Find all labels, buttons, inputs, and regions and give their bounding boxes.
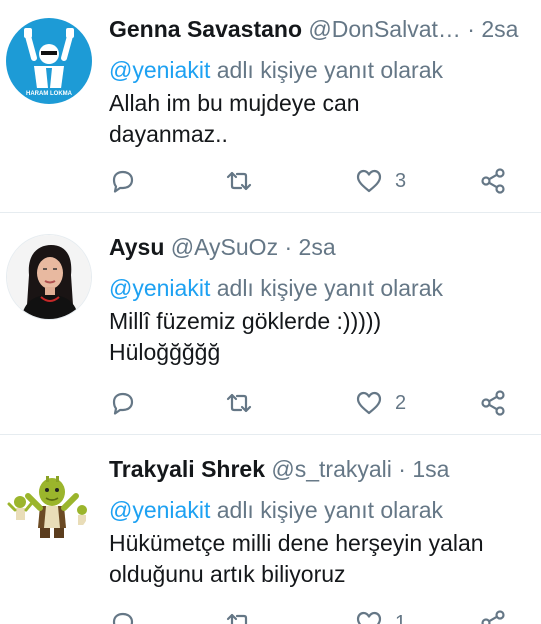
avatar-badge-text: HARAM LOKMA (26, 91, 73, 97)
tweet-text-line: Allah im bu mujdeye can (109, 90, 360, 116)
reply-button[interactable] (109, 166, 137, 196)
tweet-card[interactable]: HARAM LOKMA Genna Savastano @DonSalvat… … (0, 0, 541, 213)
display-name[interactable]: Genna Savastano (109, 16, 302, 42)
protest-figure-avatar-icon: HARAM LOKMA (24, 28, 74, 97)
retweet-icon (226, 613, 248, 624)
share-button[interactable] (479, 388, 507, 418)
reply-context: @yeniakit adlı kişiye yanıt olarak (109, 54, 533, 86)
like-button[interactable]: 2 (355, 388, 406, 418)
action-bar: 2 (109, 388, 521, 418)
retweet-icon (226, 171, 252, 191)
avatar[interactable] (6, 234, 92, 320)
reply-button[interactable] (109, 608, 137, 624)
retweet-button[interactable] (225, 608, 253, 624)
retweet-button[interactable] (225, 166, 253, 196)
heart-icon (356, 611, 382, 624)
tweet-text: Allah im bu mujdeye can dayanmaz.. (109, 88, 533, 150)
user-handle[interactable]: @DonSalvat… (308, 16, 460, 42)
share-icon (481, 390, 505, 416)
avatar[interactable]: HARAM LOKMA (6, 18, 92, 104)
reply-icon (112, 170, 134, 193)
woman-photo-avatar-icon (7, 235, 91, 319)
tweet-text: Hükümetçe milli dene herşeyin yalan oldu… (109, 528, 533, 590)
tweet-text-line: Millî füzemiz göklerde :))))) (109, 308, 382, 334)
display-name[interactable]: Aysu (109, 234, 164, 260)
share-button[interactable] (479, 608, 507, 624)
retweet-icon (226, 393, 252, 413)
reply-button[interactable] (109, 388, 137, 418)
mention-link[interactable]: @yeniakit (109, 57, 210, 83)
reply-suffix: adlı kişiye yanıt olarak (216, 275, 444, 301)
display-name[interactable]: Trakyali Shrek (109, 456, 265, 482)
mention-link[interactable]: @yeniakit (109, 275, 210, 301)
tweet-header: Genna Savastano @DonSalvat… · 2sa (109, 14, 533, 44)
action-bar: 3 (109, 166, 521, 196)
reply-suffix: adlı kişiye yanıt olarak (216, 57, 444, 83)
heart-icon (356, 169, 382, 193)
tweet-text-line: Hüloğğğğğ (109, 339, 221, 365)
heart-icon (356, 391, 382, 415)
share-icon (481, 168, 505, 194)
share-icon (481, 610, 505, 624)
like-button[interactable]: 1 (355, 608, 406, 624)
reply-icon (112, 612, 134, 624)
retweet-button[interactable] (225, 388, 253, 418)
mention-link[interactable]: @yeniakit (109, 497, 210, 523)
like-count: 1 (395, 611, 407, 624)
reply-context: @yeniakit adlı kişiye yanıt olarak (109, 272, 533, 304)
action-bar: 1 (109, 608, 521, 624)
tweet-header: Aysu @AySuOz · 2sa (109, 232, 533, 262)
tweet-text: Millî füzemiz göklerde :))))) Hüloğğğğğ (109, 306, 533, 368)
timestamp[interactable]: 1sa (412, 456, 449, 482)
tweet-card[interactable]: Trakyali Shrek @s_trakyali · 1sa @yeniak… (0, 436, 541, 624)
avatar[interactable] (6, 456, 92, 542)
share-button[interactable] (479, 166, 507, 196)
separator-dot: · (467, 16, 475, 42)
reply-context: @yeniakit adlı kişiye yanıt olarak (109, 494, 533, 526)
separator-dot: · (398, 456, 406, 482)
tweet-text-line: Hükümetçe milli dene herşeyin yalan (109, 530, 484, 556)
separator-dot: · (284, 234, 293, 260)
user-handle[interactable]: @AySuOz (171, 234, 278, 260)
user-handle[interactable]: @s_trakyali (271, 456, 392, 482)
tweet-text-line: dayanmaz.. (109, 121, 228, 147)
timestamp[interactable]: 2sa (299, 234, 336, 260)
like-count: 2 (395, 391, 407, 414)
timestamp[interactable]: 2sa (481, 16, 518, 42)
reply-suffix: adlı kişiye yanıt olarak (216, 497, 444, 523)
tweet-text-line: olduğunu artık biliyoruz (109, 561, 346, 587)
tweet-card[interactable]: Aysu @AySuOz · 2sa @yeniakit adlı kişiye… (0, 214, 541, 435)
like-count: 3 (395, 169, 407, 192)
tweet-header: Trakyali Shrek @s_trakyali · 1sa (109, 454, 533, 484)
like-button[interactable]: 3 (355, 166, 406, 196)
shrek-avatar-icon (6, 456, 92, 542)
reply-icon (112, 392, 134, 415)
